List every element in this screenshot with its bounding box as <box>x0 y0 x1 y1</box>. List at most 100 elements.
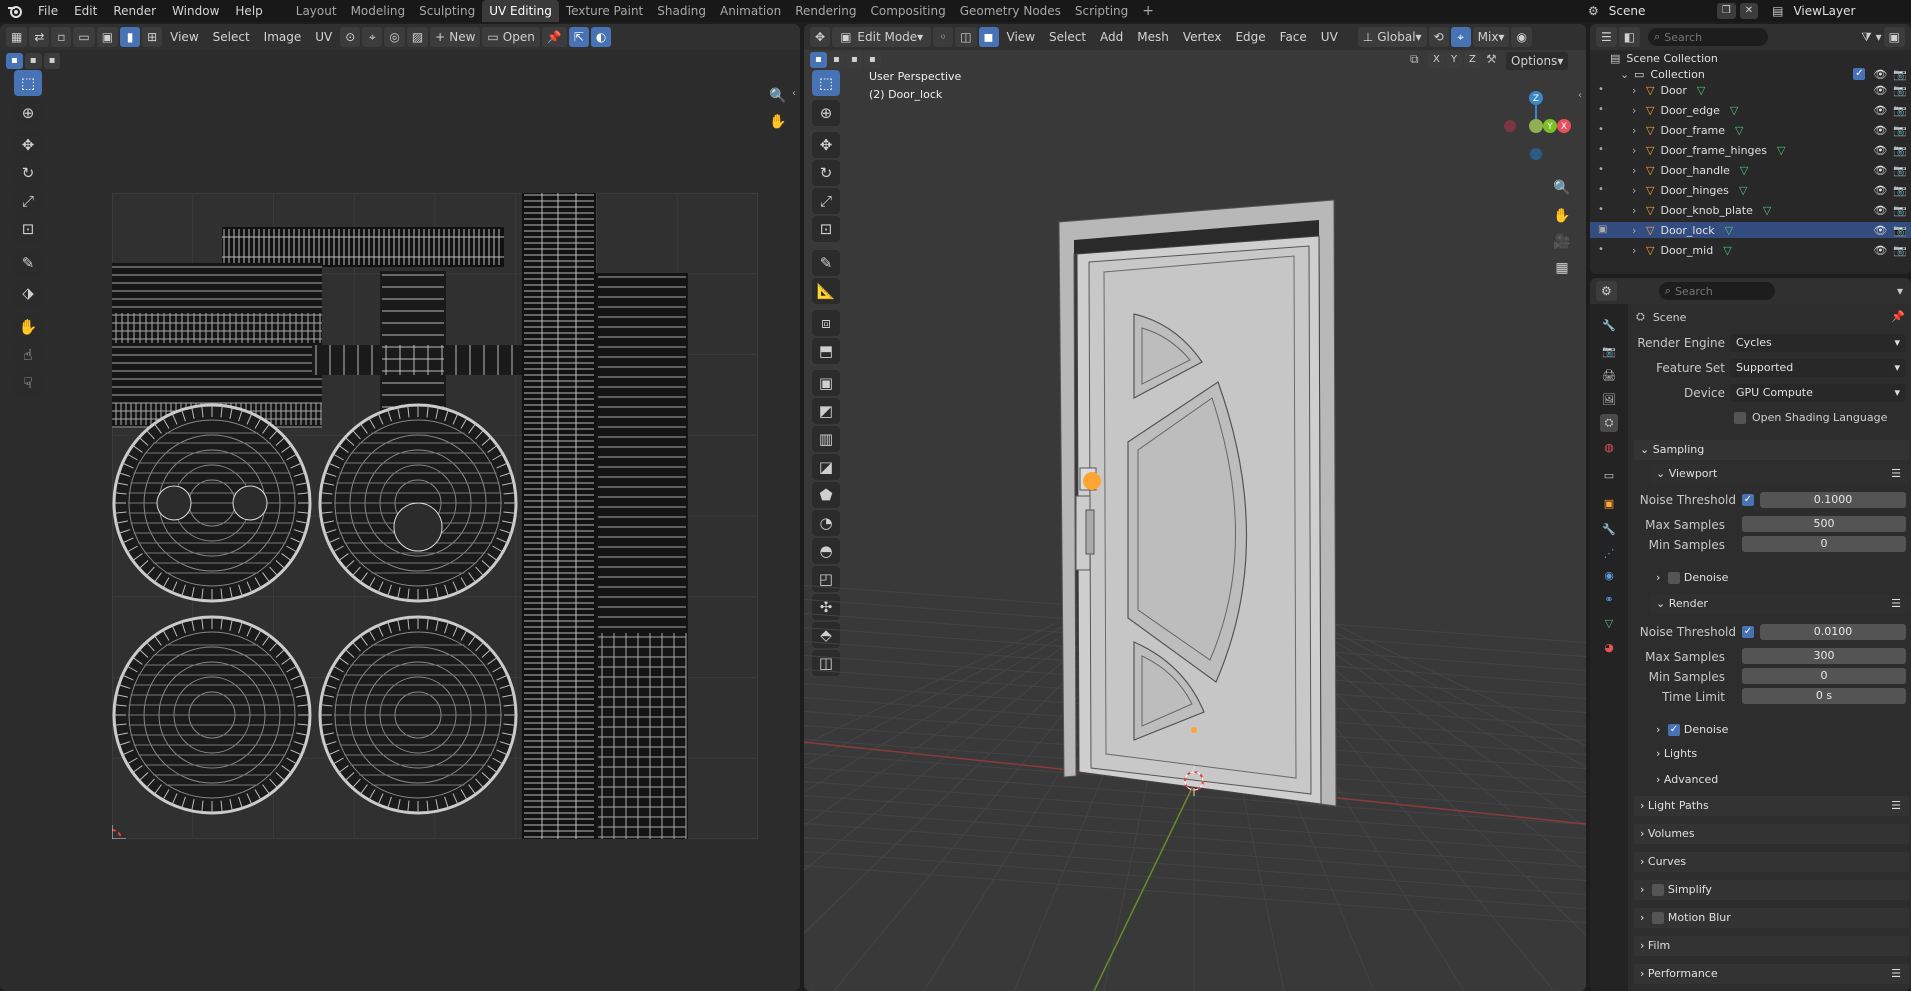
collection-render-icon[interactable]: 📷 <box>1893 68 1907 81</box>
film-panel[interactable]: › Film <box>1634 936 1909 956</box>
select-mode-face-icon[interactable]: ▣ <box>96 27 119 47</box>
r-noise-checkbox[interactable]: ✓ <box>1742 626 1754 638</box>
sidebar-collapse-icon[interactable]: ‹ <box>792 88 796 99</box>
grab-tool[interactable]: ✋ <box>14 314 42 340</box>
render-camera-icon[interactable]: 📷 <box>1893 204 1907 217</box>
r-denoise-checkbox[interactable]: ✓ <box>1667 724 1680 736</box>
properties-options-icon[interactable]: ▾ <box>1897 284 1903 298</box>
constraints-tab-icon[interactable]: ⚭ <box>1600 590 1618 608</box>
vp-denoise-checkbox[interactable] <box>1667 572 1680 584</box>
particles-tab-icon[interactable]: ⋰ <box>1600 544 1618 562</box>
render-subpanel-header[interactable]: ⌄ Render ☰ <box>1650 594 1909 614</box>
select-box-new-icon[interactable]: ▪ <box>6 53 23 69</box>
select-mode-island-icon[interactable]: ▮ <box>120 27 141 47</box>
add-workspace-button[interactable]: + <box>1135 0 1161 22</box>
gizmo-toggle-icon[interactable]: ⇱ <box>568 27 589 47</box>
outliner-row-door[interactable]: › ▽ Door ▽ 👁 📷 <box>1590 82 1911 98</box>
uv-menu-view[interactable]: View <box>164 30 204 44</box>
r-denoise-subpanel[interactable]: › ✓ Denoise <box>1650 720 1909 740</box>
row-expand-icon[interactable]: › <box>1632 224 1646 237</box>
vp-min-samples-field[interactable]: 0 <box>1742 536 1906 552</box>
advanced-subpanel[interactable]: › Advanced <box>1650 770 1909 790</box>
render-engine-dropdown[interactable]: Cycles ▾ <box>1730 334 1906 352</box>
uv-menu-select[interactable]: Select <box>207 30 256 44</box>
row-expand-icon[interactable]: › <box>1632 144 1646 157</box>
scene-name[interactable]: Scene <box>1603 4 1713 18</box>
properties-editor[interactable]: ⚙ ⌕ ▾ 🔧 📷 🖨 🖼 ⛭ ◍ ▭ ▣ 🔧 ⋰ ◉ ⚭ ▽ ◕ ⛭ Scen… <box>1590 278 1911 991</box>
editor-type-icon[interactable]: ▦ <box>6 27 28 47</box>
viewport-subpanel-header[interactable]: ⌄ Viewport ☰ <box>1650 464 1909 484</box>
mesh-data-icon[interactable]: ▽ <box>1740 164 1748 177</box>
new-collection-icon[interactable]: ▣ <box>1883 27 1905 47</box>
curves-panel[interactable]: › Curves <box>1634 852 1909 872</box>
render-camera-icon[interactable]: 📷 <box>1893 224 1907 237</box>
collection-exclude-checkbox[interactable]: ✓ <box>1853 68 1866 80</box>
menu-help[interactable]: Help <box>227 0 270 22</box>
performance-presets-icon[interactable]: ☰ <box>1891 964 1901 984</box>
volumes-panel[interactable]: › Volumes <box>1634 824 1909 844</box>
collection-row[interactable]: ⌄ ▭ Collection ✓ 👁 📷 <box>1590 66 1911 82</box>
render-camera-icon[interactable]: 📷 <box>1893 184 1907 197</box>
row-expand-icon[interactable]: › <box>1632 204 1646 217</box>
row-expand-icon[interactable]: › <box>1632 164 1646 177</box>
world-tab-icon[interactable]: ◍ <box>1600 438 1618 456</box>
visibility-eye-icon[interactable]: 👁 <box>1873 104 1887 117</box>
vp-noise-field[interactable]: 0.1000 <box>1760 492 1906 508</box>
select-box-tool[interactable]: ⬚ <box>14 70 42 96</box>
light-paths-panel[interactable]: › Light Paths ☰ <box>1634 796 1909 816</box>
outliner-row-door-edge[interactable]: › ▽ Door_edge ▽ 👁 📷 <box>1590 102 1911 118</box>
object-dot-icon[interactable]: • <box>1598 164 1604 175</box>
overlay-toggle-icon[interactable]: ◐ <box>590 27 612 47</box>
visibility-eye-icon[interactable]: 👁 <box>1873 84 1887 97</box>
pin-icon[interactable]: 📌 <box>541 27 567 47</box>
viewport-scene[interactable] <box>804 24 1586 991</box>
visibility-eye-icon[interactable]: 👁 <box>1873 224 1887 237</box>
properties-search-input[interactable] <box>1674 284 1761 298</box>
outliner-search-input[interactable] <box>1664 30 1755 44</box>
collection-expand-icon[interactable]: ⌄ <box>1620 68 1634 81</box>
object-dot-icon[interactable]: • <box>1598 84 1604 95</box>
annotate-tool[interactable]: ✎ <box>14 250 42 276</box>
mesh-data-icon[interactable]: ▽ <box>1725 224 1733 237</box>
menu-window[interactable]: Window <box>164 0 227 22</box>
mesh-data-icon[interactable]: ▽ <box>1730 104 1738 117</box>
open-image-button[interactable]: ▭ Open <box>482 27 540 47</box>
material-tab-icon[interactable]: ◕ <box>1600 638 1618 656</box>
select-box-extend-icon[interactable]: ▪ <box>24 53 42 69</box>
object-dot-icon[interactable]: • <box>1598 124 1604 135</box>
proportional-icon[interactable]: ◎ <box>384 27 405 47</box>
object-dot-icon[interactable]: • <box>1598 244 1604 255</box>
menu-render[interactable]: Render <box>105 0 164 22</box>
uv-menu-uv[interactable]: UV <box>309 30 338 44</box>
collection-visibility-icon[interactable]: 👁 <box>1873 68 1887 81</box>
mesh-data-icon[interactable]: ▽ <box>1763 204 1771 217</box>
outliner-row-door-frame-hinges[interactable]: › ▽ Door_frame_hinges ▽ 👁 📷 <box>1590 142 1911 158</box>
sticky-select-icon[interactable]: ⊞ <box>142 27 163 47</box>
pinch-tool[interactable]: ☟ <box>14 370 42 396</box>
select-box-subtract-icon[interactable]: ▪ <box>43 53 61 69</box>
properties-search[interactable]: ⌕ <box>1658 282 1775 300</box>
outliner-row-door-knob-plate[interactable]: › ▽ Door_knob_plate ▽ 👁 📷 <box>1590 202 1911 218</box>
rotate-tool[interactable]: ↻ <box>14 160 42 186</box>
vp-noise-checkbox[interactable]: ✓ <box>1742 494 1754 506</box>
rip-tool[interactable]: ⬗ <box>14 280 42 306</box>
light-paths-presets-icon[interactable]: ☰ <box>1891 796 1901 816</box>
menu-edit[interactable]: Edit <box>66 0 105 22</box>
feature-set-dropdown[interactable]: Supported ▾ <box>1730 359 1906 377</box>
row-expand-icon[interactable]: › <box>1632 104 1646 117</box>
render-camera-icon[interactable]: 📷 <box>1893 244 1907 257</box>
tab-modeling[interactable]: Modeling <box>344 0 413 22</box>
object-dot-icon[interactable]: • <box>1598 184 1604 195</box>
outliner-row-door-hinges[interactable]: › ▽ Door_hinges ▽ 👁 📷 <box>1590 182 1911 198</box>
menu-file[interactable]: File <box>30 0 66 22</box>
performance-panel[interactable]: › Performance ☰ <box>1634 964 1909 984</box>
r-min-samples-field[interactable]: 0 <box>1742 668 1906 684</box>
data-tab-icon[interactable]: ▽ <box>1600 614 1618 632</box>
tab-compositing[interactable]: Compositing <box>863 0 952 22</box>
outliner-row-door-frame[interactable]: › ▽ Door_frame ▽ 👁 📷 <box>1590 122 1911 138</box>
modifier-tab-icon[interactable]: 🔧 <box>1600 520 1618 538</box>
door-lock-origin[interactable] <box>1083 472 1101 490</box>
display-mode-icon[interactable]: ◧ <box>1618 27 1641 47</box>
view-layer-name[interactable]: ViewLayer <box>1787 4 1897 18</box>
scene-delete-icon[interactable]: ✕ <box>1739 3 1759 19</box>
